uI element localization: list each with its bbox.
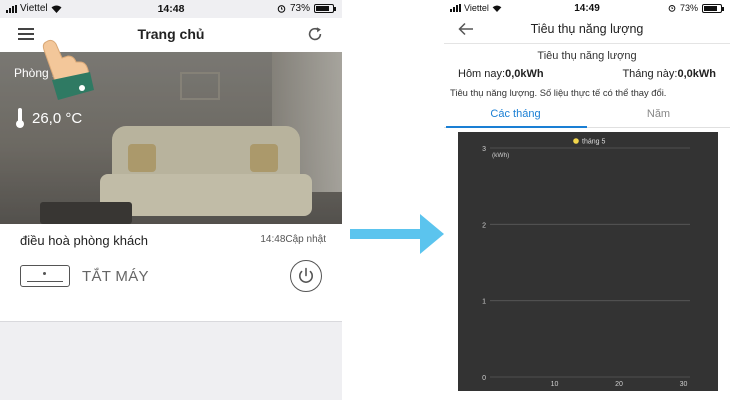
battery-icon xyxy=(702,3,724,13)
today-usage: Hôm nay:0,0kWh xyxy=(458,68,544,80)
transition-arrow-icon xyxy=(350,214,444,254)
legend-label: tháng 5 xyxy=(582,139,605,146)
device-updated: 14:48Cập nhật xyxy=(260,234,326,245)
chart-svg: 0 1 2 3 10 20 30 (kWh) tháng 5 xyxy=(482,138,690,388)
page-title: Tiêu thụ năng lượng xyxy=(530,22,644,36)
tab-months[interactable]: Các tháng xyxy=(444,108,587,120)
device-card[interactable]: điều hoà phòng khách 14:48Cập nhật TẮT M… xyxy=(0,224,342,322)
energy-chart: 0 1 2 3 10 20 30 (kWh) tháng 5 xyxy=(458,132,718,391)
section-title: Tiêu thụ năng lượng xyxy=(537,50,637,62)
battery-icon xyxy=(314,4,336,13)
device-state: TẮT MÁY xyxy=(82,268,149,285)
home-screen: Viettel 14:48 73% Trang chủ Phòng khách … xyxy=(0,0,342,400)
power-button[interactable] xyxy=(290,260,322,292)
active-tab-indicator xyxy=(446,126,587,128)
month-value: 0,0kWh xyxy=(677,68,716,80)
battery-percent: 73% xyxy=(679,3,698,13)
today-value: 0,0kWh xyxy=(505,68,544,80)
x-tick-label: 10 xyxy=(551,381,559,388)
status-right: 73% xyxy=(668,3,724,13)
today-label: Hôm nay: xyxy=(458,68,506,80)
battery-percent: 73% xyxy=(289,3,310,14)
battery-fill xyxy=(316,6,330,11)
pointing-hand-icon xyxy=(42,39,94,100)
legend-marker xyxy=(573,138,579,144)
screen: Viettel 14:48 73% Trang chủ Phòng khách … xyxy=(0,0,730,400)
period-tabs: Các tháng Năm xyxy=(444,104,730,128)
air-conditioner-icon xyxy=(20,265,70,287)
y-tick-label: 0 xyxy=(482,375,486,382)
y-tick-label: 2 xyxy=(482,222,486,229)
tab-year[interactable]: Năm xyxy=(587,108,730,120)
thermometer-icon xyxy=(16,108,24,128)
energy-screen: Viettel 14:49 73% Tiêu thụ năng lượng Ti… xyxy=(444,0,730,400)
temperature-value: 26,0 °C xyxy=(32,109,83,127)
status-right: 73% xyxy=(277,3,336,14)
refresh-icon[interactable] xyxy=(306,25,324,43)
month-label: Tháng này: xyxy=(622,68,678,80)
room-temperature: 26,0 °C xyxy=(16,108,82,128)
battery-fill xyxy=(704,5,718,11)
power-icon xyxy=(298,267,313,283)
x-tick-label: 20 xyxy=(615,381,623,388)
alarm-icon xyxy=(277,5,286,13)
top-nav: Tiêu thụ năng lượng xyxy=(444,16,730,44)
y-tick-label: 3 xyxy=(482,146,486,153)
device-name: điều hoà phòng khách xyxy=(20,233,148,248)
month-usage: Tháng này:0,0kWh xyxy=(622,68,716,80)
x-tick-label: 30 xyxy=(680,381,688,388)
disclaimer-note: Tiêu thụ năng lượng. Số liệu thực tế có … xyxy=(450,87,667,98)
alarm-icon xyxy=(668,5,676,12)
y-axis-label: (kWh) xyxy=(492,152,509,159)
status-bar: Viettel 14:48 73% xyxy=(0,0,342,18)
y-tick-label: 1 xyxy=(482,299,486,306)
